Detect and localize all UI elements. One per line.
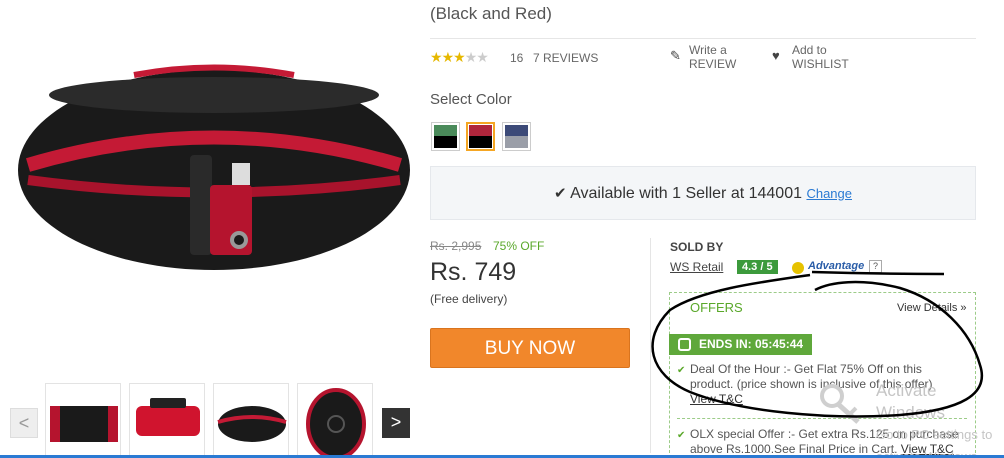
- thumbnail-3[interactable]: [213, 383, 289, 458]
- mrp-price: Rs. 2,995: [430, 239, 482, 253]
- offers-title: OFFERS: [690, 300, 743, 315]
- advantage-label[interactable]: Advantage: [808, 260, 864, 272]
- view-details-link[interactable]: View Details »: [897, 302, 967, 314]
- watermark-line1: Activate Windows: [876, 381, 945, 422]
- thumbnail-next-button[interactable]: >: [382, 408, 410, 438]
- add-to-wishlist-link[interactable]: ♥ Add to WISHLIST: [772, 43, 849, 71]
- thumbnail-4[interactable]: [297, 383, 373, 458]
- thumbnail-prev-button[interactable]: <: [10, 408, 38, 438]
- product-page: < > (Black and Red) ★★★★★ 16 7 REVIEWS ✎…: [0, 0, 1004, 458]
- color-swatch-navy-grey[interactable]: [502, 122, 531, 151]
- thumbnail-1[interactable]: [45, 383, 121, 458]
- advantage-badge-icon: [792, 262, 804, 274]
- star-icon: ★: [430, 49, 443, 65]
- deal-timer: ENDS IN: 05:45:44: [669, 334, 812, 355]
- clock-icon: [678, 338, 691, 351]
- availability-banner: ✔ Available with 1 Seller at 144001 Chan…: [430, 166, 976, 220]
- rating-stars: ★★★★★: [430, 49, 489, 66]
- shield-check-icon: ✔: [554, 185, 567, 202]
- wishlist-line2: WISHLIST: [792, 57, 849, 71]
- column-divider: [650, 238, 651, 453]
- rating-row: ★★★★★ 16 7 REVIEWS ✎ Write a REVIEW ♥ Ad…: [430, 38, 976, 76]
- heart-icon: ♥: [772, 48, 780, 63]
- star-icon: ★: [441, 49, 455, 65]
- delivery-info: (Free delivery): [430, 292, 508, 306]
- star-icon: ★: [453, 49, 466, 65]
- product-title: (Black and Red): [430, 4, 552, 23]
- availability-text: Available with 1 Seller at 144001: [570, 185, 802, 202]
- product-main-image[interactable]: [14, 55, 414, 285]
- color-swatch-green-black[interactable]: [431, 122, 460, 151]
- watermark-line2: Go to PC settings to activate Windows.: [876, 427, 993, 458]
- selling-price: Rs. 749: [430, 258, 517, 286]
- star-icon: ★: [476, 49, 489, 65]
- write-review-line1: Write a: [689, 43, 727, 57]
- write-review-link[interactable]: ✎ Write a REVIEW: [670, 43, 736, 71]
- discount-label: 75% OFF: [493, 239, 545, 253]
- change-pincode-link[interactable]: Change: [806, 186, 852, 201]
- activate-windows-watermark: Activate Windows Go to PC settings to ac…: [818, 380, 1004, 458]
- write-review-line2: REVIEW: [689, 57, 737, 71]
- thumbnail-2[interactable]: [129, 383, 205, 458]
- seller-name-link[interactable]: WS Retail: [670, 260, 723, 274]
- sold-by-label: SOLD BY: [670, 240, 724, 254]
- deal-timer-text: ENDS IN: 05:45:44: [699, 337, 804, 351]
- pencil-icon: ✎: [670, 48, 681, 63]
- check-icon: ✔: [677, 430, 686, 441]
- seller-rating-badge: 4.3 / 5: [737, 260, 778, 274]
- color-swatch-red-black[interactable]: [466, 122, 495, 151]
- star-icon: ★: [464, 49, 478, 65]
- select-color-label: Select Color: [430, 91, 512, 108]
- reviews-link[interactable]: 7 REVIEWS: [533, 51, 598, 65]
- buy-now-button[interactable]: BUY NOW: [430, 328, 630, 368]
- check-icon: ✔: [677, 365, 686, 376]
- rating-count: 16: [510, 51, 524, 65]
- wishlist-line1: Add to: [792, 43, 827, 57]
- help-icon[interactable]: ?: [869, 260, 882, 273]
